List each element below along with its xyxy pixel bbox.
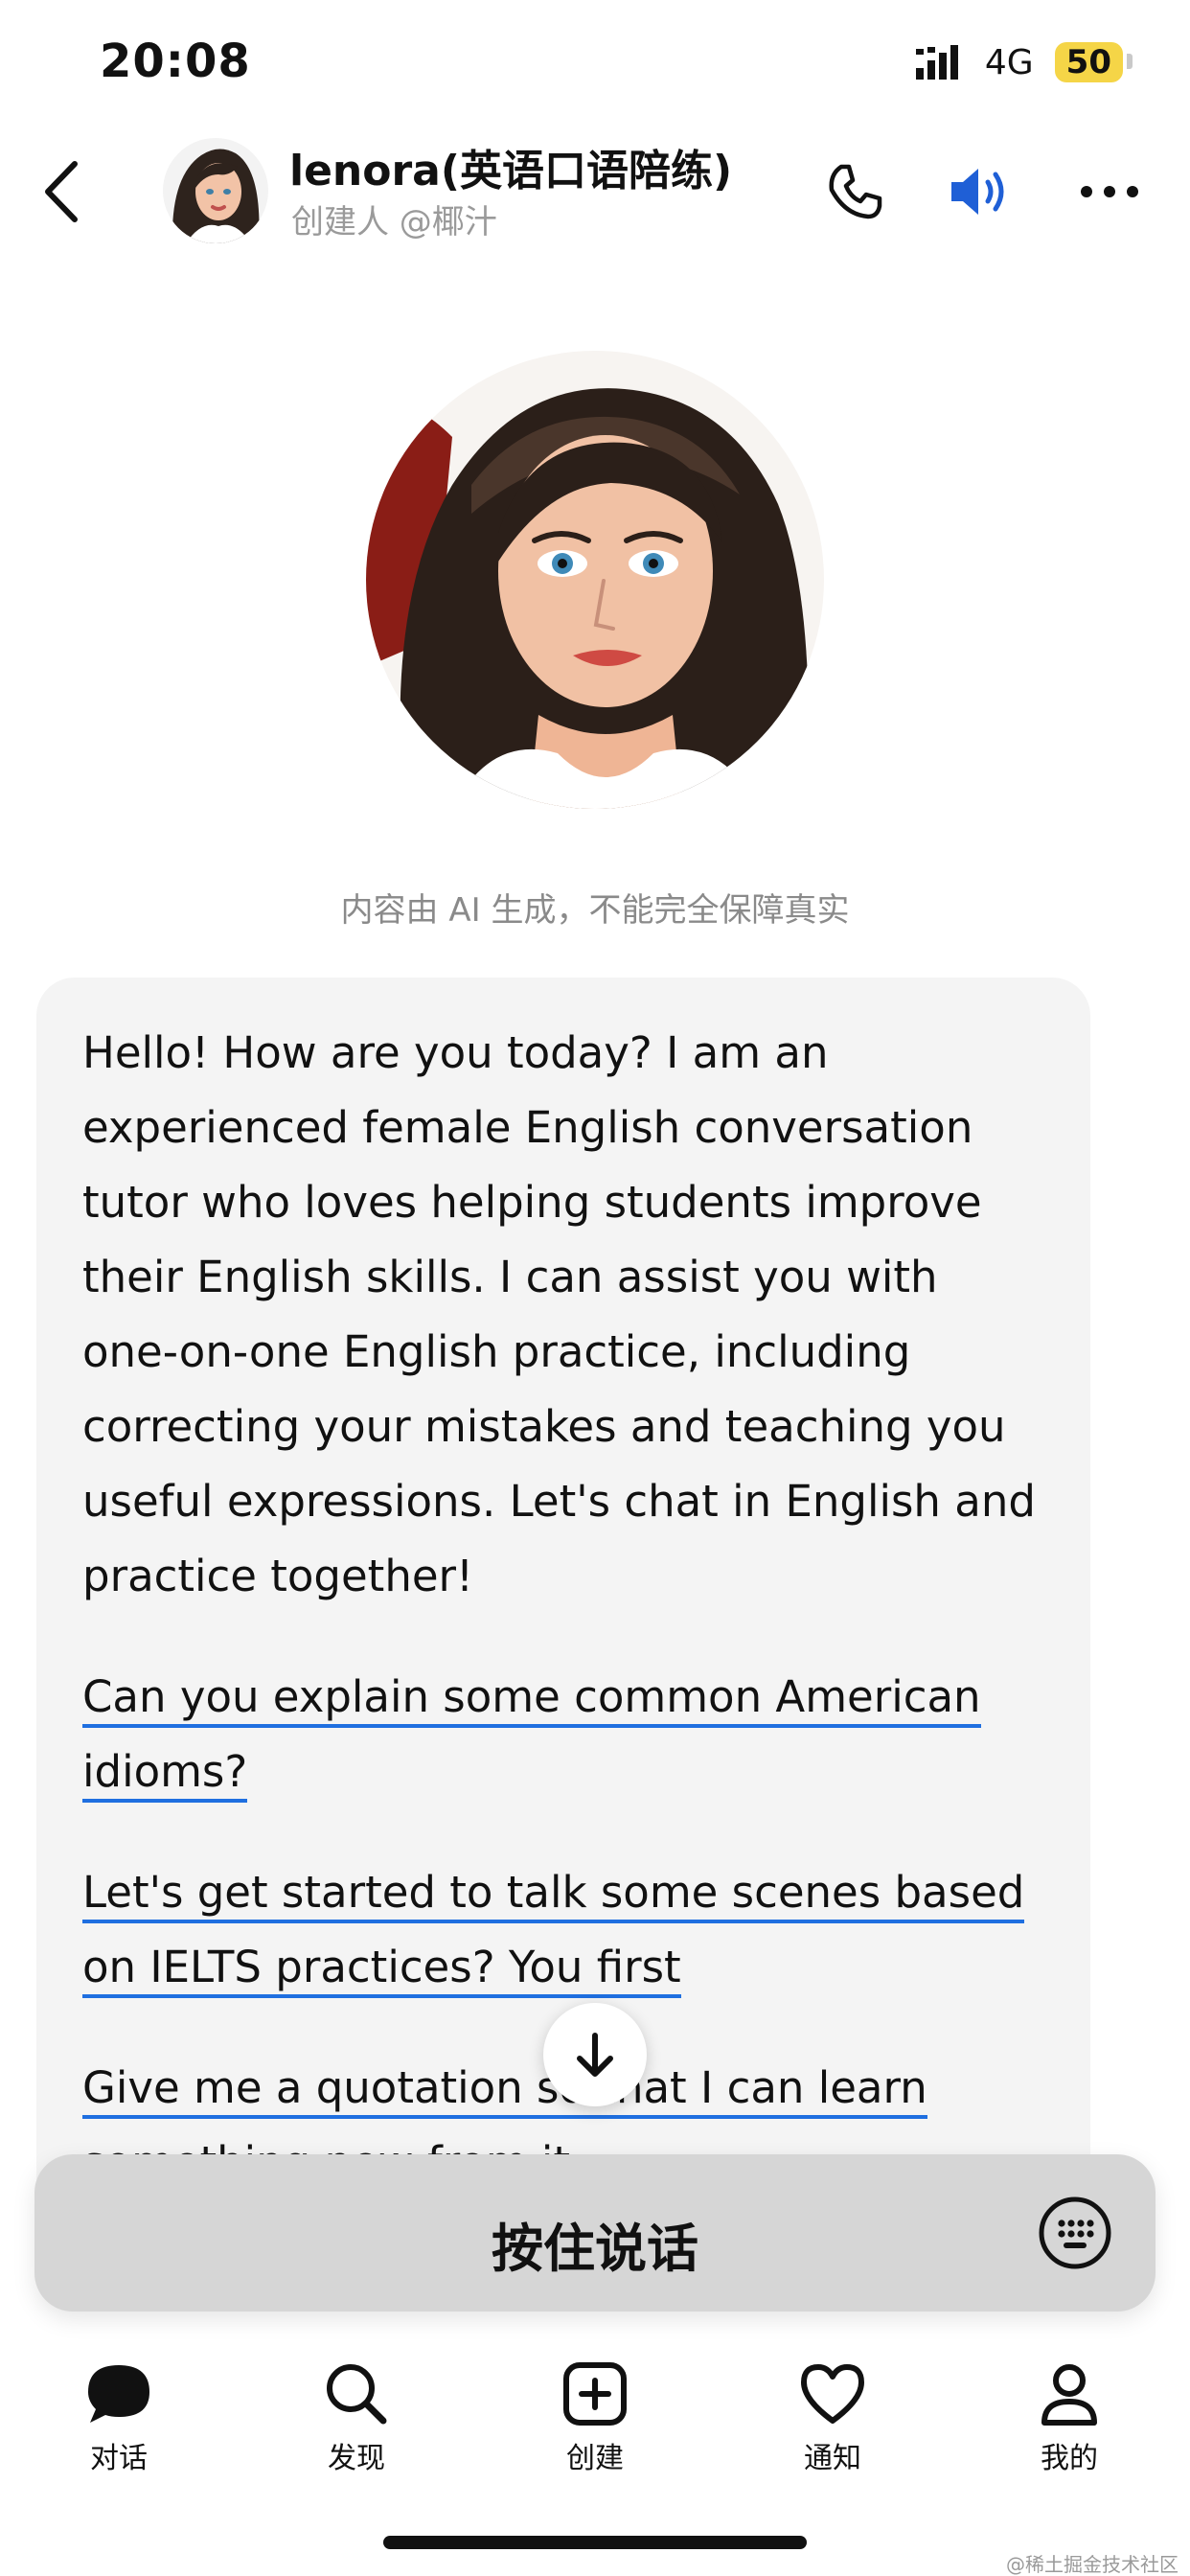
speaker-button[interactable] — [943, 153, 1019, 230]
creator-label[interactable]: 创建人 @椰汁 — [291, 196, 497, 242]
phone-icon — [829, 164, 882, 219]
suggested-question-text[interactable]: Let's get started to talk some scenes ba… — [82, 1867, 1025, 1998]
more-button[interactable] — [1071, 153, 1148, 230]
status-indicators: 4G 50 — [915, 42, 1133, 82]
tab-label: 发现 — [328, 2442, 385, 2475]
character-portrait — [366, 351, 824, 809]
tab-notifications[interactable]: 通知 — [756, 2361, 909, 2486]
suggested-question[interactable]: Can you explain some common American idi… — [82, 1660, 1044, 1809]
suggested-question-text[interactable]: Can you explain some common American idi… — [82, 1671, 981, 1803]
status-time: 20:08 — [100, 34, 251, 88]
person-icon — [1041, 2364, 1097, 2426]
suggested-question[interactable]: Let's get started to talk some scenes ba… — [82, 1855, 1044, 2005]
chat-screen: 20:08 4G 50 lenora(英语口语陪练) 创建人 @椰汁 内容由 A… — [0, 0, 1190, 2576]
signal-icon — [915, 45, 958, 80]
bottom-tab-bar: 对话 发现 创建 通知 我的 — [0, 2338, 1190, 2482]
tab-profile[interactable]: 我的 — [993, 2361, 1146, 2486]
home-indicator[interactable] — [383, 2536, 807, 2549]
tab-label: 我的 — [1041, 2442, 1098, 2475]
tab-label: 对话 — [90, 2442, 148, 2475]
arrow-down-icon — [577, 2033, 613, 2077]
chat-header: lenora(英语口语陪练) 创建人 @椰汁 — [0, 125, 1190, 259]
tab-label: 通知 — [804, 2442, 861, 2475]
network-label: 4G — [984, 42, 1034, 82]
battery-indicator: 50 — [1054, 42, 1133, 82]
keyboard-toggle-button[interactable] — [1037, 2195, 1113, 2271]
call-button[interactable] — [816, 153, 893, 230]
more-icon — [1081, 186, 1138, 197]
tab-discover[interactable]: 发现 — [280, 2361, 433, 2486]
back-button[interactable] — [33, 153, 90, 230]
voice-input-bar[interactable]: 按住说话 — [34, 2154, 1156, 2312]
add-square-icon — [563, 2362, 627, 2426]
portrait-image — [366, 351, 824, 809]
avatar-image — [163, 138, 268, 243]
keyboard-icon — [1039, 2196, 1111, 2269]
avatar[interactable] — [163, 138, 268, 243]
heart-icon — [801, 2364, 864, 2424]
chat-title: lenora(英语口语陪练) — [289, 147, 733, 196]
bot-message-text: Hello! How are you today? I am an experi… — [82, 1027, 1036, 1601]
chat-bubble-icon — [88, 2365, 149, 2423]
scroll-to-bottom-button[interactable] — [543, 2003, 647, 2106]
watermark: @稀土掘金技术社区 — [1006, 2553, 1179, 2576]
hold-to-talk-label[interactable]: 按住说话 — [34, 2206, 1156, 2282]
search-icon — [327, 2364, 387, 2425]
tab-chat[interactable]: 对话 — [42, 2361, 195, 2486]
tab-label: 创建 — [566, 2442, 624, 2475]
status-bar: 20:08 4G 50 — [0, 0, 1190, 125]
chevron-left-icon — [45, 161, 78, 222]
ai-disclaimer: 内容由 AI 生成，不能完全保障真实 — [340, 891, 850, 930]
speaker-icon — [951, 169, 1004, 215]
tab-create[interactable]: 创建 — [518, 2361, 672, 2486]
